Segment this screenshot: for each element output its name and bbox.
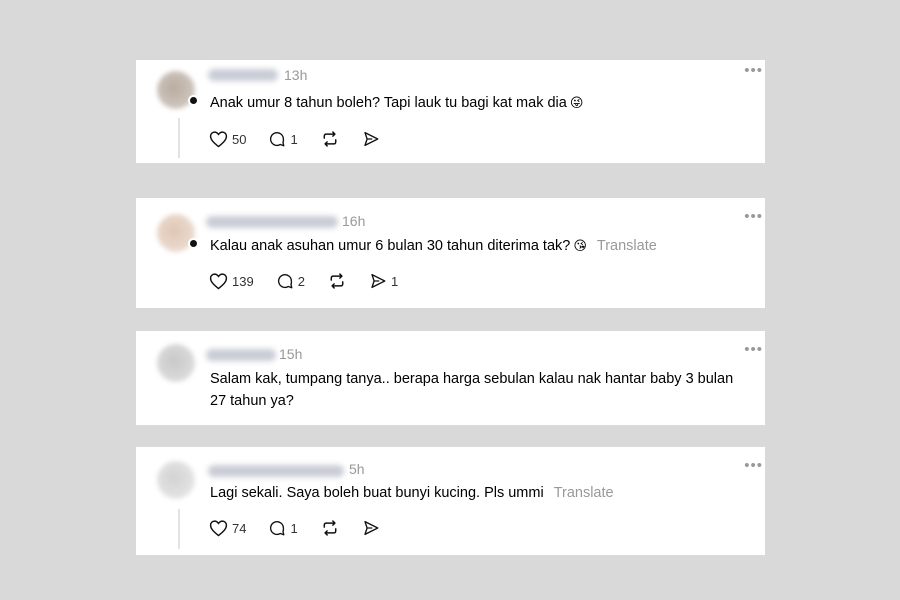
like-button[interactable]: 74 [209,519,246,537]
more-icon[interactable]: ••• [744,457,763,474]
timestamp: 13h [284,67,308,83]
repost-icon [323,520,337,536]
like-count: 74 [232,520,247,536]
like-count: 50 [232,131,247,147]
avatar-badge [188,95,199,106]
repost-button[interactable] [327,272,347,290]
comment-icon [277,274,293,289]
share-icon [364,520,379,536]
reply-button[interactable]: 2 [276,272,305,290]
repost-button[interactable] [320,130,340,148]
heart-icon [209,131,228,148]
like-button[interactable]: 139 [209,272,254,290]
share-button[interactable]: 1 [369,272,398,290]
action-bar: 50 1 [209,128,402,150]
comment-card-3: 15h ••• Salam kak, tumpang tanya.. berap… [136,331,765,425]
comment-text: Lagi sekali. Saya boleh buat bunyi kucin… [210,485,614,501]
thread-line [178,118,180,158]
more-icon[interactable]: ••• [744,341,763,358]
like-count: 139 [232,273,254,289]
reply-count: 1 [290,131,298,147]
comment-card-2: 16h ••• Kalau anak asuhan umur 6 bulan 3… [136,198,765,308]
translate-link[interactable]: Translate [554,485,614,501]
share-button[interactable] [362,519,380,537]
comment-text: Anak umur 8 tahun boleh? Tapi lauk tu ba… [210,95,584,111]
reply-button[interactable]: 1 [268,130,298,148]
comment-card-4: 5h ••• Lagi sekali. Saya boleh buat buny… [136,447,765,555]
heart-icon [209,273,228,290]
more-icon[interactable]: ••• [744,208,763,225]
repost-icon [330,273,344,289]
reply-count: 1 [290,520,298,536]
timestamp: 16h [342,213,366,229]
share-icon [371,273,386,289]
share-icon [364,131,379,147]
share-button[interactable] [362,130,380,148]
emoji: 😘 [573,238,587,253]
timestamp: 15h [279,346,303,362]
repost-icon [323,131,337,147]
username-blurred[interactable] [208,465,344,477]
thread-line [178,509,180,549]
translate-link[interactable]: Translate [597,238,657,254]
comment-icon [270,132,285,147]
reply-count: 2 [297,273,305,289]
avatar[interactable] [157,461,195,499]
repost-button[interactable] [320,519,340,537]
avatar[interactable] [157,344,195,382]
more-icon[interactable]: ••• [744,62,763,79]
like-button[interactable]: 50 [209,130,246,148]
reply-button[interactable]: 1 [268,519,298,537]
avatar-badge [188,238,199,249]
comment-text: Kalau anak asuhan umur 6 bulan 30 tahun … [210,238,657,254]
share-count: 1 [390,273,399,289]
action-bar: 139 2 1 [209,270,420,292]
username-blurred[interactable] [208,69,278,81]
timestamp: 5h [349,461,365,477]
emoji: 😜 [569,95,584,110]
username-blurred[interactable] [206,216,338,228]
heart-icon [209,520,228,537]
comment-card-1: 13h ••• Anak umur 8 tahun boleh? Tapi la… [136,60,765,163]
comment-text: Salam kak, tumpang tanya.. berapa harga … [210,371,734,409]
action-bar: 74 1 [209,517,402,539]
username-blurred[interactable] [206,349,276,361]
comment-icon [270,521,285,536]
